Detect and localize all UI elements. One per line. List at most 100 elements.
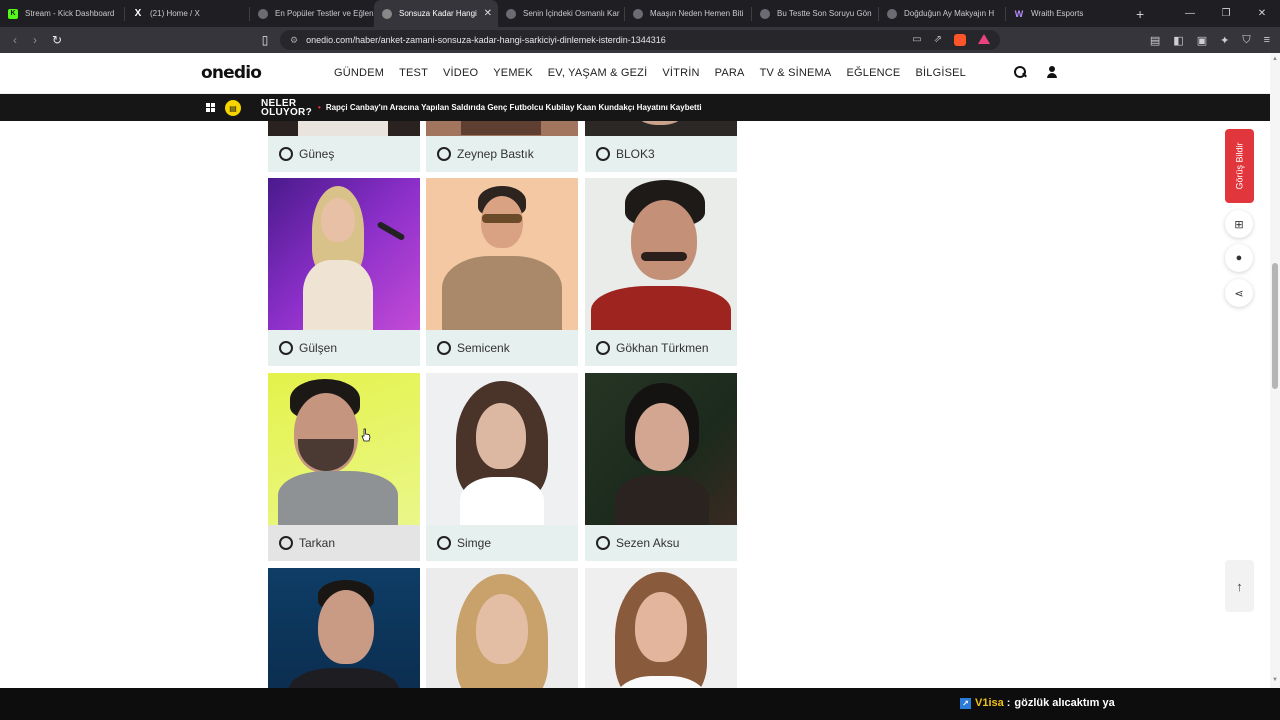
option-label: Sezen Aksu bbox=[616, 536, 680, 550]
close-tab-icon[interactable]: ✕ bbox=[484, 8, 492, 19]
option-image bbox=[268, 178, 420, 330]
forward-icon[interactable]: › bbox=[26, 33, 44, 47]
tab-osmanli[interactable]: Senin İçindeki Osmanlı Kar bbox=[498, 0, 624, 27]
nav-vitrin[interactable]: VİTRİN bbox=[662, 67, 699, 79]
radio-icon[interactable] bbox=[279, 147, 293, 161]
tab-active[interactable]: Sonsuza Kadar Hangi ✕ bbox=[374, 0, 498, 27]
news-icon[interactable]: ▤ bbox=[225, 100, 241, 116]
mustache-icon bbox=[641, 252, 687, 261]
poll-option-gokhan-turkmen[interactable]: Gökhan Türkmen bbox=[585, 178, 737, 366]
poll-option-gulsen[interactable]: Gülşen bbox=[268, 178, 420, 366]
poll-option-simge[interactable]: Simge bbox=[426, 373, 578, 561]
sidebar-icon[interactable]: ◧ bbox=[1173, 34, 1183, 47]
tab-maas[interactable]: Maaşın Neden Hemen Biti bbox=[625, 0, 751, 27]
browser-tab-bar: K Stream - Kick Dashboard X (21) Home / … bbox=[0, 0, 1280, 27]
reload-icon[interactable]: ↻ bbox=[48, 33, 66, 47]
bullet-icon: • bbox=[318, 103, 321, 112]
option-label: Gülşen bbox=[299, 341, 338, 355]
scroll-to-top-button[interactable]: ↑ bbox=[1225, 560, 1254, 612]
feedback-button[interactable]: Görüş Bildir bbox=[1225, 129, 1254, 203]
reader-mode-icon[interactable]: ▤ bbox=[1150, 34, 1160, 47]
bookmark-icon[interactable]: ▯ bbox=[256, 33, 274, 47]
nav-video[interactable]: VİDEO bbox=[443, 67, 478, 79]
poll-option-tarkan[interactable]: Tarkan bbox=[268, 373, 420, 561]
nav-ev-yasam-gezi[interactable]: EV, YAŞAM & GEZİ bbox=[548, 67, 648, 79]
nav-bilgisel[interactable]: BİLGİSEL bbox=[915, 67, 966, 79]
site-header: onedio GÜNDEM TEST VİDEO YEMEK EV, YAŞAM… bbox=[0, 53, 1270, 94]
restore-icon[interactable]: ❐ bbox=[1208, 0, 1244, 27]
tab-x[interactable]: X (21) Home / X bbox=[125, 0, 249, 27]
option-image bbox=[268, 568, 420, 688]
brave-rewards-icon[interactable] bbox=[978, 34, 990, 44]
tab-title: (21) Home / X bbox=[150, 9, 200, 18]
radio-icon[interactable] bbox=[279, 536, 293, 550]
tab-title: En Popüler Testler ve Eğlen bbox=[275, 9, 374, 18]
news-ticker: ▤ NELER OLUYOR? • Rapçi Canbay'ın Aracına… bbox=[0, 94, 1270, 121]
option-label: Gökhan Türkmen bbox=[616, 341, 709, 355]
scroll-up-icon[interactable]: ▲ bbox=[1272, 56, 1278, 62]
nav-tv-sinema[interactable]: TV & SİNEMA bbox=[760, 67, 832, 79]
apps-grid-icon[interactable] bbox=[206, 103, 215, 112]
radio-icon[interactable] bbox=[596, 536, 610, 550]
nav-gundem[interactable]: GÜNDEM bbox=[334, 67, 384, 79]
option-image bbox=[426, 568, 578, 688]
menu-icon[interactable]: ≡ bbox=[1264, 34, 1270, 47]
poll-option-semicenk[interactable]: Semicenk bbox=[426, 178, 578, 366]
tab-test[interactable]: Bu Testte Son Soruyu Gön bbox=[752, 0, 878, 27]
poll-option-gunes[interactable]: Güneş bbox=[268, 121, 420, 172]
url-field[interactable]: ⚙ onedio.com/haber/anket-zamani-sonsuza-… bbox=[280, 30, 1000, 50]
radio-icon[interactable] bbox=[279, 341, 293, 355]
search-icon[interactable] bbox=[1013, 65, 1027, 79]
nav-test[interactable]: TEST bbox=[399, 67, 428, 79]
cast-icon[interactable]: ▭ bbox=[912, 34, 921, 46]
poll-option-row4-1[interactable] bbox=[268, 568, 420, 688]
tab-makyaj[interactable]: Doğduğun Ay Makyajın H bbox=[879, 0, 1005, 27]
scrollbar-thumb[interactable] bbox=[1272, 263, 1278, 389]
option-label: Semicenk bbox=[457, 341, 510, 355]
tab-wraith[interactable]: W Wraith Esports bbox=[1006, 0, 1130, 27]
radio-icon[interactable] bbox=[437, 536, 451, 550]
chat-badge-icon: ↗ bbox=[960, 697, 971, 709]
tab-kick[interactable]: K Stream - Kick Dashboard bbox=[0, 0, 124, 27]
ai-icon[interactable]: ✦ bbox=[1220, 34, 1229, 47]
tab-title: Doğduğun Ay Makyajın H bbox=[904, 9, 995, 18]
onedio-icon bbox=[506, 8, 516, 19]
ticker-headline[interactable]: • Rapçi Canbay'ın Aracına Yapılan Saldırı… bbox=[318, 103, 702, 112]
brave-shields-icon[interactable] bbox=[954, 34, 966, 46]
comments-icon[interactable]: ● bbox=[1225, 244, 1253, 272]
chat-separator: : bbox=[1006, 697, 1011, 709]
poll-option-zeynep-bastik[interactable]: Zeynep Bastık bbox=[426, 121, 578, 172]
option-image bbox=[268, 121, 420, 136]
radio-icon[interactable] bbox=[437, 341, 451, 355]
wraith-icon: W bbox=[1014, 8, 1024, 19]
radio-icon[interactable] bbox=[596, 147, 610, 161]
sunglasses-icon bbox=[482, 214, 522, 223]
poll-option-row4-2[interactable] bbox=[426, 568, 578, 688]
site-logo[interactable]: onedio bbox=[201, 63, 262, 83]
option-image bbox=[585, 568, 737, 688]
nav-eglence[interactable]: EĞLENCE bbox=[846, 67, 900, 79]
share-icon[interactable]: ⇗ bbox=[934, 34, 942, 46]
new-tab-button[interactable]: + bbox=[1136, 6, 1144, 22]
site-settings-icon[interactable]: ⚙ bbox=[290, 35, 298, 46]
option-label: Zeynep Bastık bbox=[457, 147, 534, 161]
poll-option-blok3[interactable]: BLOK3 bbox=[585, 121, 737, 172]
page-scrollbar[interactable]: ▲ ▼ bbox=[1270, 53, 1280, 688]
option-image bbox=[585, 178, 737, 330]
user-icon[interactable] bbox=[1045, 65, 1059, 79]
vpn-icon[interactable]: ⛉ bbox=[1242, 34, 1250, 47]
nav-para[interactable]: PARA bbox=[715, 67, 745, 79]
close-window-icon[interactable]: ✕ bbox=[1244, 0, 1280, 27]
radio-icon[interactable] bbox=[596, 341, 610, 355]
scroll-down-icon[interactable]: ▼ bbox=[1272, 677, 1278, 683]
radio-icon[interactable] bbox=[437, 147, 451, 161]
back-icon[interactable]: ‹ bbox=[6, 33, 24, 47]
share-icon[interactable]: ⋖ bbox=[1225, 279, 1253, 307]
bookmark-add-icon[interactable]: ⊞ bbox=[1225, 210, 1253, 238]
tab-onedio-popular[interactable]: En Popüler Testler ve Eğlen bbox=[250, 0, 374, 27]
wallet-icon[interactable]: ▣ bbox=[1197, 34, 1207, 47]
nav-yemek[interactable]: YEMEK bbox=[493, 67, 533, 79]
minimize-icon[interactable]: — bbox=[1172, 0, 1208, 27]
poll-option-row4-3[interactable] bbox=[585, 568, 737, 688]
poll-option-sezen-aksu[interactable]: Sezen Aksu bbox=[585, 373, 737, 561]
